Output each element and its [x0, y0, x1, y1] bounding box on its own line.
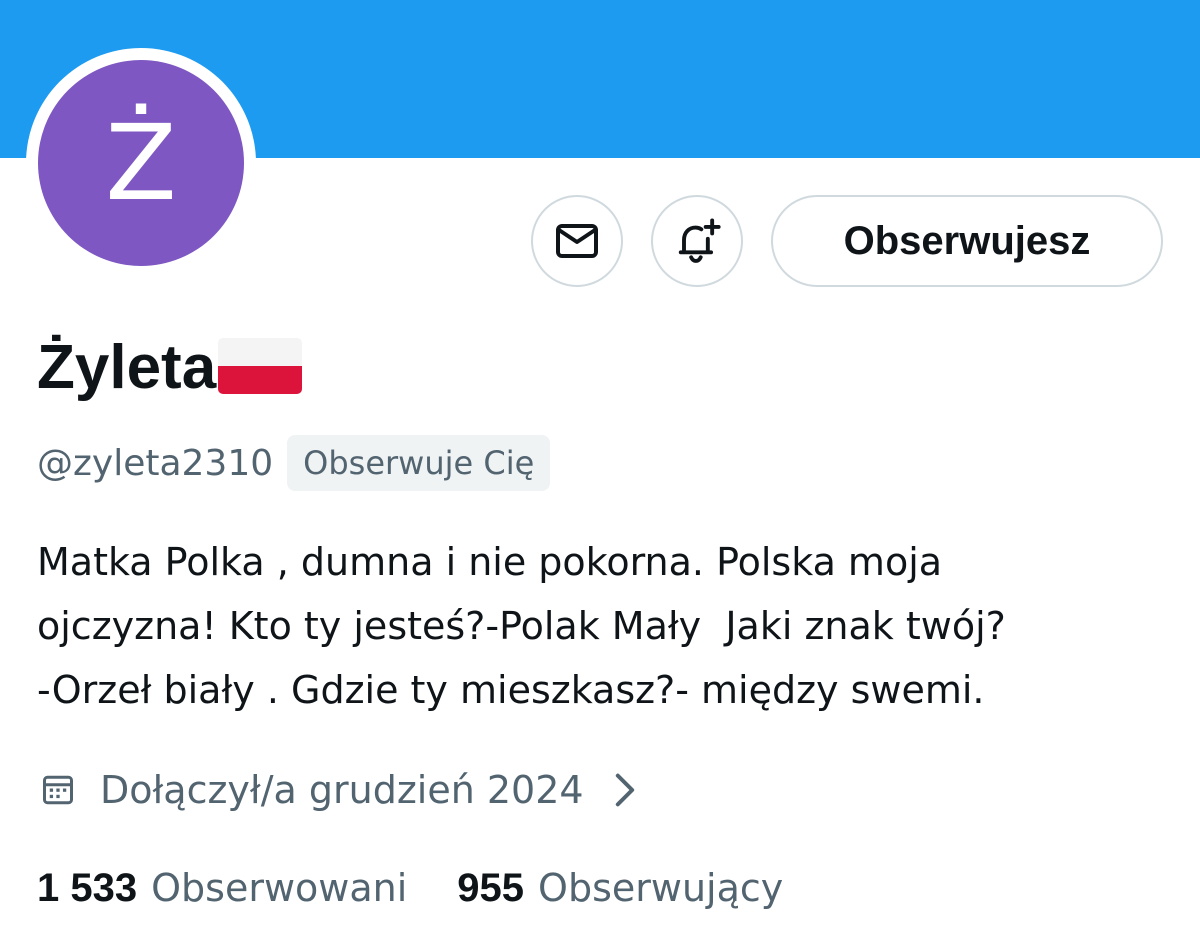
user-handle: @zyleta2310 [37, 442, 274, 484]
notifications-button[interactable] [651, 195, 743, 287]
bio-line: ojczyzna! Kto ty jesteś?-Polak Mały Jaki… [37, 604, 1006, 648]
calendar-icon [43, 775, 73, 805]
followers-count: 955 [457, 865, 525, 910]
bell-plus-icon [678, 218, 721, 263]
following-button[interactable]: Obserwujesz [771, 195, 1163, 287]
following-count: 1 533 [37, 865, 138, 910]
handle-row: @zyleta2310 Obserwuje Cię [37, 435, 551, 491]
followers-label: Obserwujący [538, 865, 784, 910]
message-button[interactable] [531, 195, 623, 287]
display-name-row: Żyleta [37, 330, 303, 406]
following-label: Obserwowani [151, 865, 408, 910]
avatar-letter: Ż [105, 102, 177, 224]
following-stat[interactable]: 1 533 Obserwowani [37, 866, 407, 911]
joined-date: Dołączył/a grudzień 2024 [100, 768, 584, 812]
bio-line: -Orzeł biały . Gdzie ty mieszkasz?- międ… [37, 668, 985, 712]
followers-stat[interactable]: 955 Obserwujący [457, 866, 783, 911]
display-name: Żyleta [37, 333, 217, 402]
follow-stats: 1 533 Obserwowani 955 Obserwujący [37, 858, 783, 918]
joined-date-row[interactable]: Dołączył/a grudzień 2024 [40, 760, 636, 820]
follows-you-badge: Obserwuje Cię [287, 435, 551, 491]
profile-bio: Matka Polka , dumna i nie pokorna. Polsk… [37, 530, 1177, 722]
bio-line: Matka Polka , dumna i nie pokorna. Polsk… [37, 540, 943, 584]
envelope-icon [556, 224, 598, 258]
avatar[interactable]: Ż [38, 60, 244, 266]
profile-page: Ż Obserwujesz Żyleta @zyleta2310 Obserwu… [0, 0, 1200, 929]
chevron-right-icon[interactable] [614, 772, 636, 808]
poland-flag-icon [218, 338, 303, 394]
